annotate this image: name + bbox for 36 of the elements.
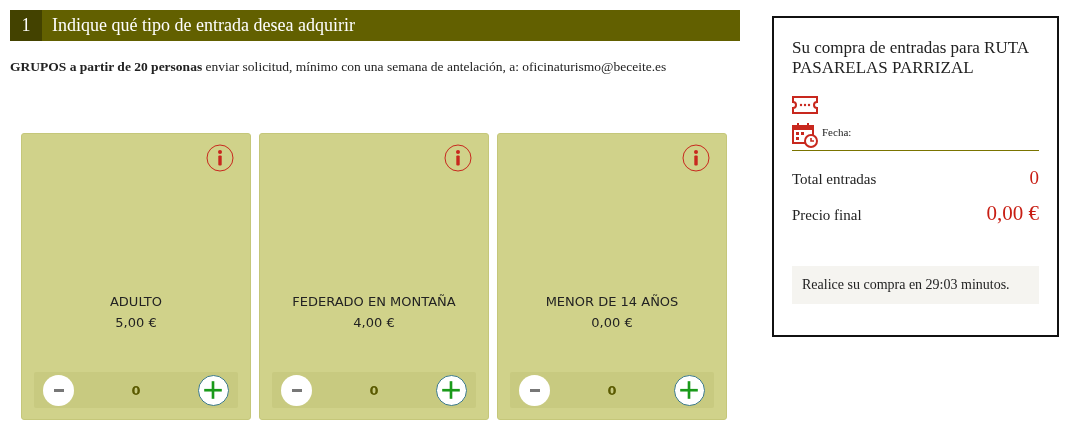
ticket-price: 4,00 €: [353, 315, 395, 330]
decrement-button[interactable]: [519, 374, 550, 406]
step-title: Indique qué tipo de entrada desea adquirir: [51, 15, 355, 36]
ticket-icon: [792, 96, 818, 114]
group-notice: GRUPOS a partir de 20 personas enviar solicitud, mínimo con una semana de antelación, a: oficinaturismo@beceite.es: [10, 59, 668, 75]
quantity-value: 0: [607, 382, 617, 398]
plus-icon: [678, 379, 701, 401]
minus-icon: [291, 388, 302, 392]
total-label: Total entradas: [792, 171, 877, 188]
ticket-name: MENOR DE 14 AÑOS: [545, 294, 679, 309]
ticket-price: 0,00 €: [591, 315, 633, 330]
price-label: Precio final: [792, 207, 862, 224]
minus-icon: [529, 388, 540, 392]
total-value: 0: [1029, 167, 1039, 189]
plus-icon: [202, 379, 225, 401]
ticket-name: ADULTO: [109, 294, 162, 309]
increment-button[interactable]: [436, 374, 467, 406]
quantity-value: 0: [369, 382, 379, 398]
timer-notice: Realice su compra en 29:03 minutos.: [792, 266, 1039, 304]
date-label: Fecha:: [822, 126, 852, 138]
quantity-value: 0: [131, 382, 141, 398]
increment-button[interactable]: [674, 374, 705, 406]
plus-icon: [440, 379, 463, 401]
increment-button[interactable]: [198, 374, 229, 406]
decrement-button[interactable]: [43, 374, 74, 406]
minus-icon: [53, 388, 64, 392]
info-icon[interactable]: [444, 144, 472, 172]
price-value: 0,00 €: [986, 201, 1039, 226]
step-number: 1: [10, 10, 42, 41]
ticket-price: 5,00 €: [115, 315, 157, 330]
summary-title: Su compra de entradas para RUTA PASARELAS PARRIZAL: [792, 38, 1030, 78]
calendar-clock-icon: [792, 122, 818, 148]
decrement-button[interactable]: [281, 374, 312, 406]
info-icon[interactable]: [682, 144, 710, 172]
ticket-name: FEDERADO EN MONTAÑA: [292, 294, 456, 309]
info-icon[interactable]: [206, 144, 234, 172]
